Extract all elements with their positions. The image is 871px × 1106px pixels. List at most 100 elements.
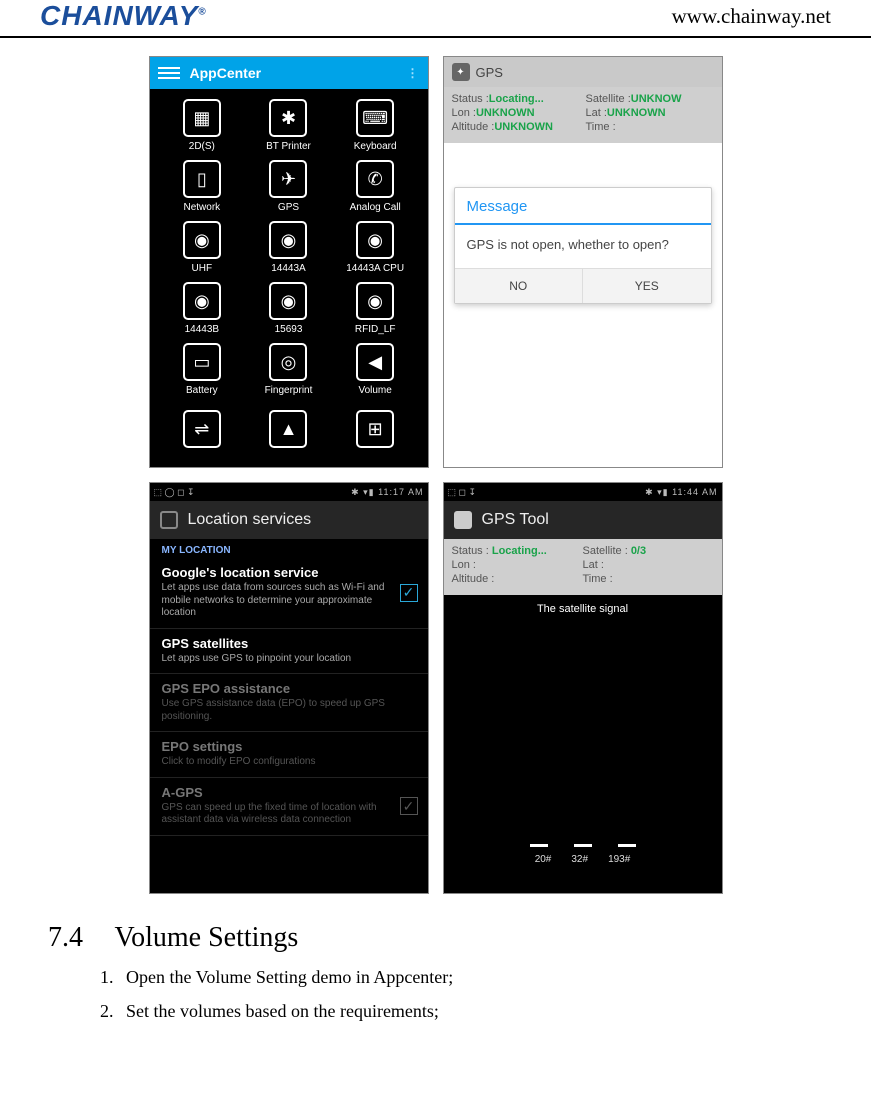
- status-bar: ⬚ ◯ ◻ ↧ ✱ ▾▮ 11:17 AM: [150, 483, 428, 501]
- app-item[interactable]: ▭Battery: [164, 341, 241, 396]
- kv-pair: Status : Locating...: [452, 545, 583, 557]
- kv-key: Altitude :: [452, 121, 495, 133]
- app-item[interactable]: ▲: [250, 408, 327, 450]
- gps-tool-title: GPS Tool: [482, 511, 549, 529]
- app-item[interactable]: ◉14443B: [164, 280, 241, 335]
- kv-key: Status :: [452, 545, 492, 557]
- kv-key: Lon :: [452, 107, 476, 119]
- gps-tool-header: GPS Tool: [444, 501, 722, 539]
- yes-button[interactable]: YES: [583, 269, 711, 303]
- settings-list: Google's location service Let apps use da…: [150, 558, 428, 836]
- app-icon: ◉: [356, 282, 394, 320]
- setting-title: EPO settings: [162, 739, 388, 754]
- section-heading: 7.4 Volume Settings: [48, 922, 831, 954]
- app-item[interactable]: ◉14443A: [250, 219, 327, 274]
- back-icon[interactable]: [160, 511, 178, 529]
- satellite-signal-area: 20#32#193#: [444, 619, 722, 869]
- kv-pair: Satellite : UNKNOW: [586, 93, 714, 105]
- page-header: CHAINWAY® www.chainway.net: [0, 0, 871, 38]
- overflow-menu-icon[interactable]: ⋮: [407, 66, 420, 80]
- kv-pair: Lon : UNKNOWN: [452, 107, 580, 119]
- kv-key: Status :: [452, 93, 489, 105]
- checkbox[interactable]: ✓: [400, 584, 418, 602]
- kv-key: Lon :: [452, 559, 476, 571]
- app-label: 14443A CPU: [337, 263, 414, 274]
- appcenter-header: AppCenter ⋮: [150, 57, 428, 89]
- appcenter-title: AppCenter: [190, 65, 262, 81]
- gps-tool-icon: [454, 511, 472, 529]
- app-item[interactable]: ⊞: [337, 408, 414, 450]
- signal-bar-label: 193#: [608, 854, 630, 865]
- kv-pair: Lon :: [452, 559, 583, 571]
- section-label: MY LOCATION: [150, 539, 428, 558]
- section-number: 7.4: [48, 922, 108, 954]
- app-item[interactable]: ▯Network: [164, 158, 241, 213]
- setting-title: Google's location service: [162, 565, 388, 580]
- app-item[interactable]: ⌨Keyboard: [337, 97, 414, 152]
- kv-pair: Satellite : 0/3: [583, 545, 714, 557]
- gps-header-title: GPS: [476, 65, 503, 80]
- app-icon: ◎: [269, 343, 307, 381]
- kv-pair: Time :: [586, 121, 714, 133]
- app-icon: ✈: [269, 160, 307, 198]
- screenshot-gps-tool: ⬚ ◻ ↧ ✱ ▾▮ 11:44 AM GPS Tool Status : Lo…: [443, 482, 723, 894]
- setting-item: A-GPSGPS can speed up the fixed time of …: [150, 778, 428, 836]
- kv-key: Satellite :: [583, 545, 631, 557]
- setting-item[interactable]: Google's location service Let apps use da…: [150, 558, 428, 629]
- app-item[interactable]: ⇌: [164, 408, 241, 450]
- status-bar: ⬚ ◻ ↧ ✱ ▾▮ 11:44 AM: [444, 483, 722, 501]
- screenshots-grid: AppCenter ⋮ ▦2D(S)✱BT Printer⌨Keyboard▯N…: [0, 56, 871, 894]
- app-item[interactable]: ✱BT Printer: [250, 97, 327, 152]
- app-grid: ▦2D(S)✱BT Printer⌨Keyboard ▯Network✈GPS✆A…: [150, 89, 428, 404]
- signal-bar: [574, 844, 592, 847]
- app-item[interactable]: ▦2D(S): [164, 97, 241, 152]
- app-item[interactable]: ◎ Fingerprint: [250, 341, 327, 396]
- kv-value: UNKNOW: [631, 93, 682, 105]
- signal-bar-label: 32#: [571, 854, 588, 865]
- app-item[interactable]: ◉ 14443A CPU: [337, 219, 414, 274]
- location-services-header: Location services: [150, 501, 428, 539]
- kv-value: Locating...: [489, 93, 544, 105]
- setting-desc: Let apps use GPS to pinpoint your locati…: [162, 653, 388, 666]
- app-item[interactable]: ◉RFID_LF: [337, 280, 414, 335]
- steps-list: Open the Volume Setting demo in Appcente…: [48, 960, 831, 1028]
- screenshot-location-services: ⬚ ◯ ◻ ↧ ✱ ▾▮ 11:17 AM Location services …: [149, 482, 429, 894]
- app-label: Fingerprint: [250, 385, 327, 396]
- kv-key: Time :: [586, 121, 616, 133]
- header-url: www.chainway.net: [672, 4, 831, 29]
- setting-desc: GPS can speed up the fixed time of locat…: [162, 802, 388, 827]
- app-item[interactable]: ✆Analog Call: [337, 158, 414, 213]
- kv-value: UNKNOWN: [476, 107, 535, 119]
- app-label: UHF: [164, 263, 241, 274]
- satellite-signal-title: The satellite signal: [444, 595, 722, 619]
- app-item[interactable]: ◉UHF: [164, 219, 241, 274]
- no-button[interactable]: NO: [455, 269, 584, 303]
- setting-item[interactable]: GPS satellitesLet apps use GPS to pinpoi…: [150, 629, 428, 675]
- app-icon: ◉: [269, 282, 307, 320]
- hamburger-icon[interactable]: [158, 64, 180, 82]
- step-item: Open the Volume Setting demo in Appcente…: [118, 960, 831, 994]
- signal-bars: [444, 827, 722, 847]
- gps-tool-status-block: Status : Locating...Satellite : 0/3 Lon :…: [444, 539, 722, 595]
- app-label: 14443B: [164, 324, 241, 335]
- screenshot-gps-dialog: ✦ GPS Status : Locating... Satellite : UN…: [443, 56, 723, 468]
- kv-key: Altitude :: [452, 573, 495, 585]
- kv-key: Time :: [583, 573, 613, 585]
- screenshot-appcenter: AppCenter ⋮ ▦2D(S)✱BT Printer⌨Keyboard ▯N…: [149, 56, 429, 468]
- app-item[interactable]: ◀ Volume: [337, 341, 414, 396]
- gps-status-block: Status : Locating... Satellite : UNKNOW Lo…: [444, 87, 722, 143]
- app-icon: ▯: [183, 160, 221, 198]
- setting-item: EPO settingsClick to modify EPO configur…: [150, 732, 428, 778]
- brand-text: CHAINWAY: [40, 0, 198, 31]
- setting-desc: Let apps use data from sources such as W…: [162, 582, 388, 620]
- setting-desc: Use GPS assistance data (EPO) to speed u…: [162, 698, 388, 723]
- gps-icon: ✦: [452, 63, 470, 81]
- app-icon: ◀: [356, 343, 394, 381]
- app-icon: ◉: [356, 221, 394, 259]
- app-label: Volume: [337, 385, 414, 396]
- registered-mark: ®: [198, 7, 206, 18]
- document-section: 7.4 Volume Settings Open the Volume Sett…: [0, 894, 871, 1028]
- app-item[interactable]: ✈GPS: [250, 158, 327, 213]
- app-item[interactable]: ◉15693: [250, 280, 327, 335]
- app-label: 14443A: [250, 263, 327, 274]
